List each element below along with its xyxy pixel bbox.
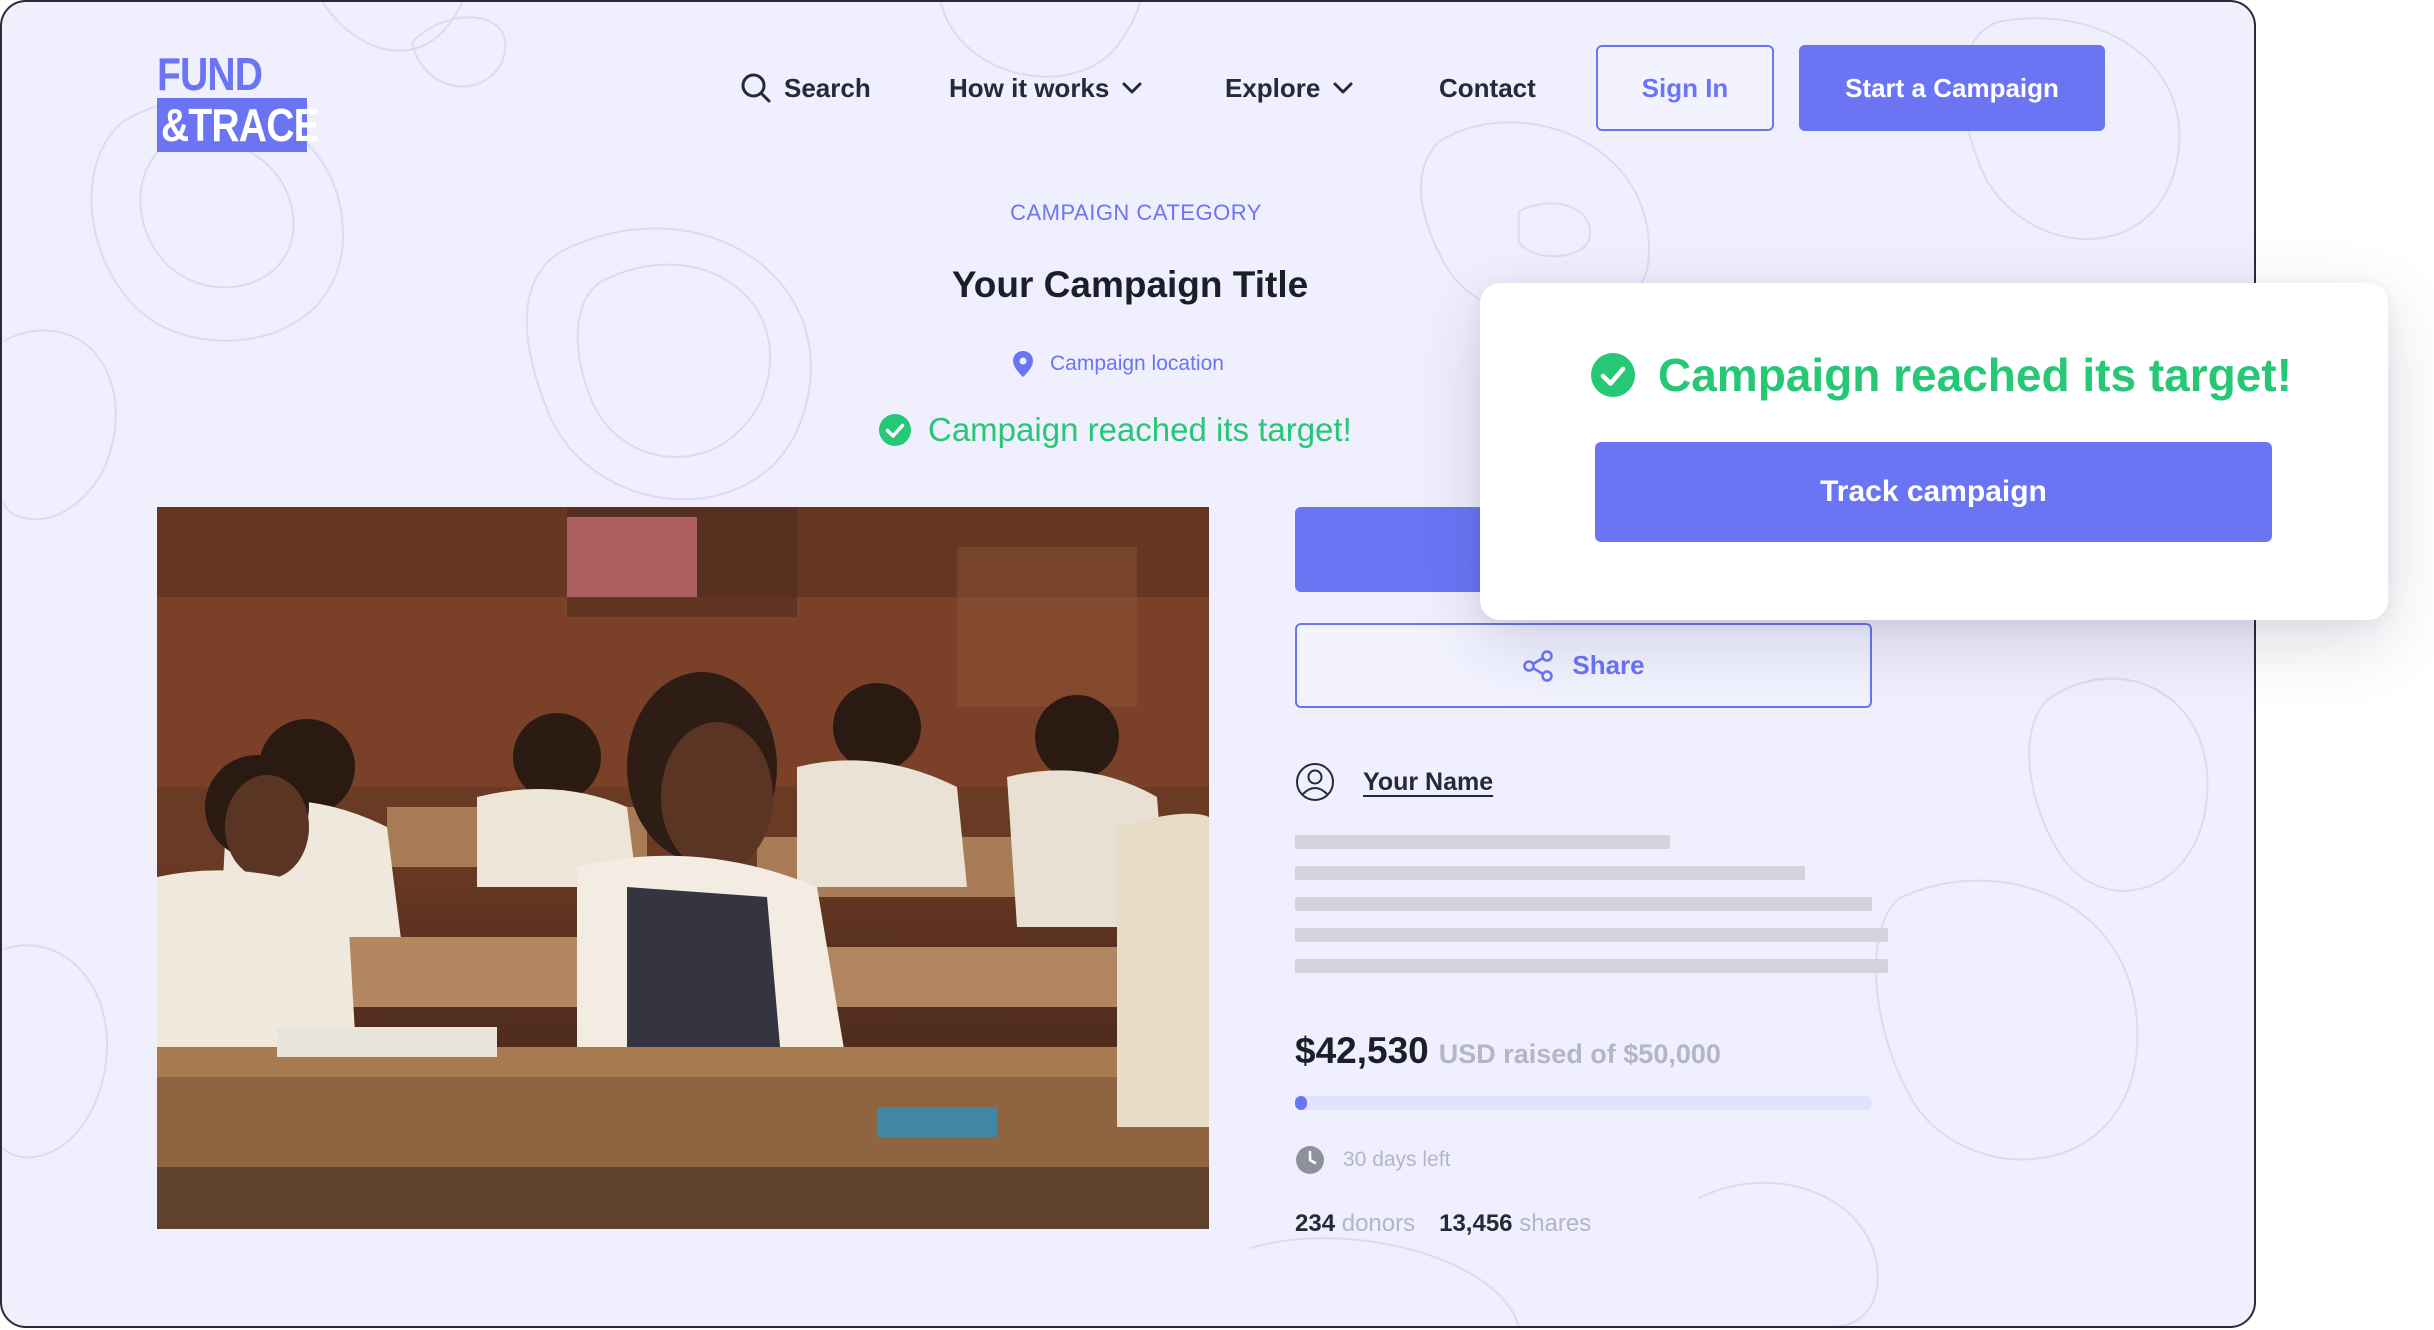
brand-logo[interactable]: FUND &TRACE <box>157 48 320 154</box>
nav-how-it-works-label: How it works <box>949 72 1110 103</box>
placeholder-line <box>1295 897 1872 911</box>
campaign-author: Your Name <box>1295 762 1493 802</box>
days-left-label: 30 days left <box>1343 1148 1451 1171</box>
placeholder-line <box>1295 928 1888 942</box>
user-avatar-icon <box>1296 763 1334 801</box>
start-campaign-button[interactable]: Start a Campaign <box>1799 45 2105 131</box>
nav-explore[interactable]: Explore <box>1225 66 1354 110</box>
nav-search[interactable]: Search <box>740 66 871 110</box>
nav-contact[interactable]: Contact <box>1439 66 1536 110</box>
funds-raised: $42,530 USD raised of $50,000 <box>1295 1030 1721 1072</box>
campaign-status: Campaign reached its target! <box>878 408 1352 452</box>
funding-progress-fill <box>1295 1096 1307 1110</box>
description-placeholder <box>1295 835 1888 990</box>
target-reached-label: Campaign reached its target! <box>1658 349 2292 401</box>
placeholder-line <box>1295 959 1888 973</box>
check-circle-icon <box>1591 353 1635 397</box>
shares-count: 13,456 <box>1439 1210 1513 1237</box>
campaign-title: Your Campaign Title <box>951 264 1309 305</box>
target-reached-card: Campaign reached its target! Track campa… <box>1480 283 2388 620</box>
classroom-photo <box>157 507 1209 1229</box>
author-name-link[interactable]: Your Name <box>1363 768 1493 797</box>
donors-stat: 234 donors <box>1295 1210 1415 1238</box>
check-circle-icon <box>879 414 911 446</box>
campaign-status-label: Campaign reached its target! <box>928 411 1352 448</box>
share-icon <box>1523 649 1554 682</box>
raised-of-goal: USD raised of $50,000 <box>1438 1039 1721 1069</box>
campaign-stats: 234 donors 13,456 shares <box>1295 1210 1591 1238</box>
logo-text-fund: FUND <box>157 48 263 100</box>
campaign-location-label: Campaign location <box>1050 352 1224 375</box>
nav-search-label: Search <box>784 72 871 103</box>
placeholder-line <box>1295 835 1670 849</box>
share-button[interactable]: Share <box>1295 623 1872 708</box>
amount-raised: $42,530 <box>1295 1030 1429 1071</box>
campaign-photo <box>157 507 1209 1229</box>
campaign-location: Campaign location <box>1012 348 1224 380</box>
shares-label: shares <box>1519 1210 1592 1237</box>
share-button-label: Share <box>1572 650 1645 680</box>
funding-progress-bar <box>1295 1096 1872 1110</box>
sign-in-button[interactable]: Sign In <box>1596 45 1774 131</box>
days-left: 30 days left <box>1295 1144 1450 1176</box>
search-icon <box>741 73 771 103</box>
nav-contact-label: Contact <box>1439 72 1536 103</box>
nav-explore-label: Explore <box>1225 72 1321 103</box>
shares-stat: 13,456 shares <box>1439 1210 1591 1238</box>
location-pin-icon <box>1013 351 1033 377</box>
campaign-category[interactable]: CAMPAIGN CATEGORY <box>830 200 1442 226</box>
logo-text-trace: &TRACE <box>157 98 320 152</box>
chevron-down-icon <box>1333 82 1353 94</box>
target-reached-status: Campaign reached its target! <box>1590 345 2292 405</box>
placeholder-line <box>1295 866 1805 880</box>
track-campaign-button[interactable]: Track campaign <box>1595 442 2272 542</box>
nav-how-it-works[interactable]: How it works <box>949 66 1143 110</box>
donors-count: 234 <box>1295 1210 1336 1237</box>
browser-frame: FUND &TRACE Search How it works Explore … <box>0 0 2256 1328</box>
donors-label: donors <box>1341 1210 1416 1237</box>
chevron-down-icon <box>1122 82 1142 94</box>
clock-icon <box>1296 1146 1324 1174</box>
